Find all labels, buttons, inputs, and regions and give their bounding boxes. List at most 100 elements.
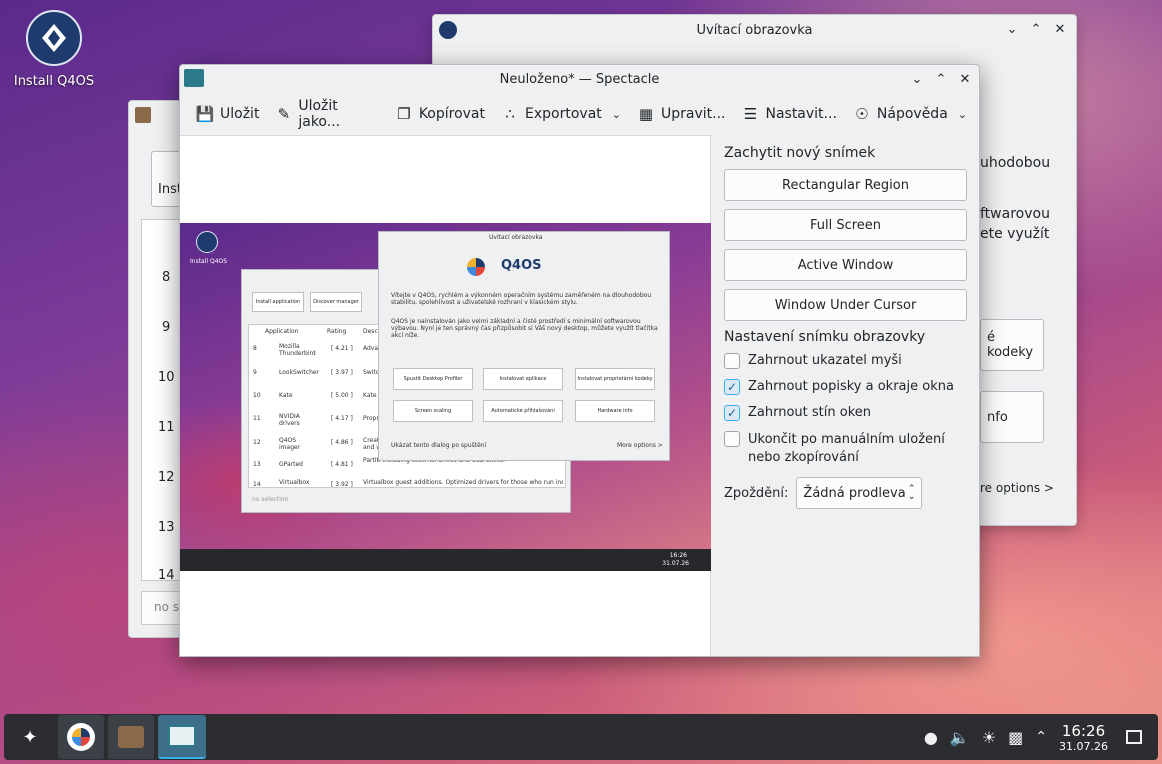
network-globe-icon[interactable]: ● (924, 728, 938, 747)
include-pointer-checkbox[interactable]: Zahrnout ukazatel myši (724, 353, 969, 369)
quit-after-save-checkbox[interactable]: Ukončit po manuálním uložení nebo zkopír… (724, 431, 969, 467)
minimize-icon[interactable]: ⌄ (907, 69, 927, 89)
taskbar-panel: ✦ ● 🔈 ☀ ▩ ⌃ 16:26 31.07.26 (4, 714, 1158, 760)
welcome-button-label: é kodeky (987, 330, 1034, 360)
task-installer[interactable] (108, 715, 154, 759)
checkbox-label: Zahrnout stín oken (748, 405, 871, 420)
list-item: 9 (162, 320, 171, 335)
close-icon[interactable]: ✕ (1050, 19, 1070, 39)
checkbox-label: Ukončit po manuálním uložení nebo zkopír… (748, 432, 945, 465)
clock[interactable]: 16:26 31.07.26 (1059, 722, 1108, 753)
edit-label: Upravit... (660, 106, 726, 122)
list-item: 11 (158, 420, 175, 435)
preview-more-options: More options > (617, 442, 663, 449)
preview-col-header: Application (265, 328, 299, 335)
full-screen-button[interactable]: Full Screen (724, 209, 967, 241)
app-launcher-icon[interactable]: ✦ (12, 715, 48, 759)
close-icon[interactable]: ✕ (955, 69, 975, 89)
delay-spinbox[interactable]: Žádná prodleva ⌃ ⌄ (796, 477, 923, 509)
desktop-icon-install-q4os[interactable]: Install Q4OS (12, 10, 96, 89)
settings-label: Nastavit... (765, 106, 837, 122)
window-under-cursor-button[interactable]: Window Under Cursor (724, 289, 967, 321)
preview-row-name: GParted (279, 461, 303, 468)
welcome-titlebar[interactable]: Uvítací obrazovka ⌄ ⌃ ✕ (433, 15, 1076, 45)
help-label: Nápověda (876, 106, 948, 122)
spectacle-window[interactable]: Neuloženo* — Spectacle ⌄ ⌃ ✕ 💾 Uložit ✎ Ul… (179, 64, 980, 657)
preview-button: Screen scaling (393, 400, 473, 422)
edit-image-icon: ▦ (638, 105, 654, 123)
welcome-text-fragment: ete využít (980, 226, 1050, 242)
preview-button: Install application (252, 292, 304, 312)
configure-icon: ☰ (743, 105, 758, 123)
preview-row-num: 8 (253, 345, 257, 352)
task-spectacle[interactable] (158, 715, 206, 759)
save-button[interactable]: 💾 Uložit (192, 97, 271, 131)
spinbox-arrows-icon[interactable]: ⌃ ⌄ (908, 485, 916, 502)
q4os-logo-icon (67, 723, 95, 751)
help-icon: ☉ (855, 105, 869, 123)
preview-button: Instalovat proprietární kodeky (575, 368, 655, 390)
preview-row-name: Kate (279, 392, 293, 399)
checkbox-label: Zahrnout ukazatel myši (748, 353, 902, 368)
maximize-icon[interactable]: ⌃ (931, 69, 951, 89)
edit-button[interactable]: ▦ Upravit... (633, 97, 737, 131)
preview-button: Discover manager (310, 292, 362, 312)
share-icon: ∴ (505, 105, 515, 123)
preview-taskbar: 16:26 31.07.26 (180, 549, 711, 571)
show-desktop-icon[interactable] (1126, 730, 1142, 744)
chevron-up-icon[interactable]: ⌃ (1035, 729, 1047, 745)
spectacle-app-icon (168, 725, 196, 747)
clock-time: 16:26 (1061, 721, 1106, 740)
copy-button[interactable]: ❐ Kopírovat (391, 97, 497, 131)
task-welcome[interactable] (58, 715, 104, 759)
preview-welcome-window: Uvítací obrazovka Q4OS Vítejte v Q4OS, r… (378, 231, 670, 461)
export-label: Exportovat (525, 106, 602, 122)
display-icon[interactable]: ▩ (1008, 728, 1023, 747)
checkbox-checked-icon: ✓ (724, 379, 740, 395)
checkbox-checked-icon: ✓ (724, 405, 740, 421)
save-as-button[interactable]: ✎ Uložit jako... (271, 97, 390, 131)
preview-clock-time: 16:26 (669, 552, 687, 559)
preview-row-name: Mozilla Thunderbird (279, 343, 316, 357)
copy-label: Kopírovat (418, 106, 486, 122)
welcome-hwinfo-button[interactable]: nfo (980, 391, 1044, 443)
spectacle-titlebar[interactable]: Neuloženo* — Spectacle ⌄ ⌃ ✕ (180, 65, 979, 93)
q4os-app-icon (439, 21, 457, 39)
clock-date: 31.07.26 (1059, 739, 1108, 753)
maximize-icon[interactable]: ⌃ (1026, 19, 1046, 39)
preview-row-rating: [ 4.81 ] (331, 461, 353, 468)
active-window-button[interactable]: Active Window (724, 249, 967, 281)
welcome-title: Uvítací obrazovka (696, 22, 813, 38)
include-shadow-checkbox[interactable]: ✓ Zahrnout stín oken (724, 405, 969, 421)
preview-row-rating: [ 3.92 ] (331, 481, 353, 488)
rectangular-region-button[interactable]: Rectangular Region (724, 169, 967, 201)
preview-brand: Q4OS (501, 258, 542, 273)
volume-icon[interactable]: 🔈 (950, 728, 970, 747)
spectacle-title: Neuloženo* — Spectacle (499, 71, 660, 87)
list-item: 8 (162, 270, 171, 285)
preview-welcome-title: Uvítací obrazovka (489, 234, 543, 241)
preview-row-num: 9 (253, 369, 257, 376)
list-item: 12 (158, 470, 175, 485)
help-button[interactable]: ☉ Nápověda ⌄ (849, 97, 979, 131)
screenshot-preview[interactable]: Install Q4OS Install application Discove… (180, 135, 711, 656)
q4os-logo-icon (196, 231, 218, 253)
minimize-icon[interactable]: ⌄ (1002, 19, 1022, 39)
welcome-text-fragment: ftwarovou (980, 206, 1050, 222)
include-decorations-checkbox[interactable]: ✓ Zahrnout popisky a okraje okna (724, 379, 969, 395)
welcome-codecs-button[interactable]: é kodeky (980, 319, 1044, 371)
preview-icon-label: Install Q4OS (190, 258, 228, 265)
preview-no-selection: no selection (252, 496, 289, 503)
export-button[interactable]: ∴ Exportovat ⌄ (497, 97, 633, 131)
brightness-icon[interactable]: ☀ (982, 728, 996, 747)
preview-row-num: 12 (253, 439, 261, 446)
preview-button: Spustit Desktop Profiler (393, 368, 473, 390)
welcome-more-options[interactable]: re options > (980, 481, 1054, 495)
briefcase-icon (118, 726, 144, 748)
system-tray: ● 🔈 ☀ ▩ ⌃ 16:26 31.07.26 (924, 714, 1142, 760)
save-as-icon: ✎ (277, 105, 291, 123)
checkbox-unchecked-icon (724, 431, 740, 447)
capture-options-panel: Zachytit nový snímek Rectangular Region … (712, 135, 979, 656)
delay-value: Žádná prodleva (803, 485, 906, 501)
settings-button[interactable]: ☰ Nastavit... (737, 97, 848, 131)
